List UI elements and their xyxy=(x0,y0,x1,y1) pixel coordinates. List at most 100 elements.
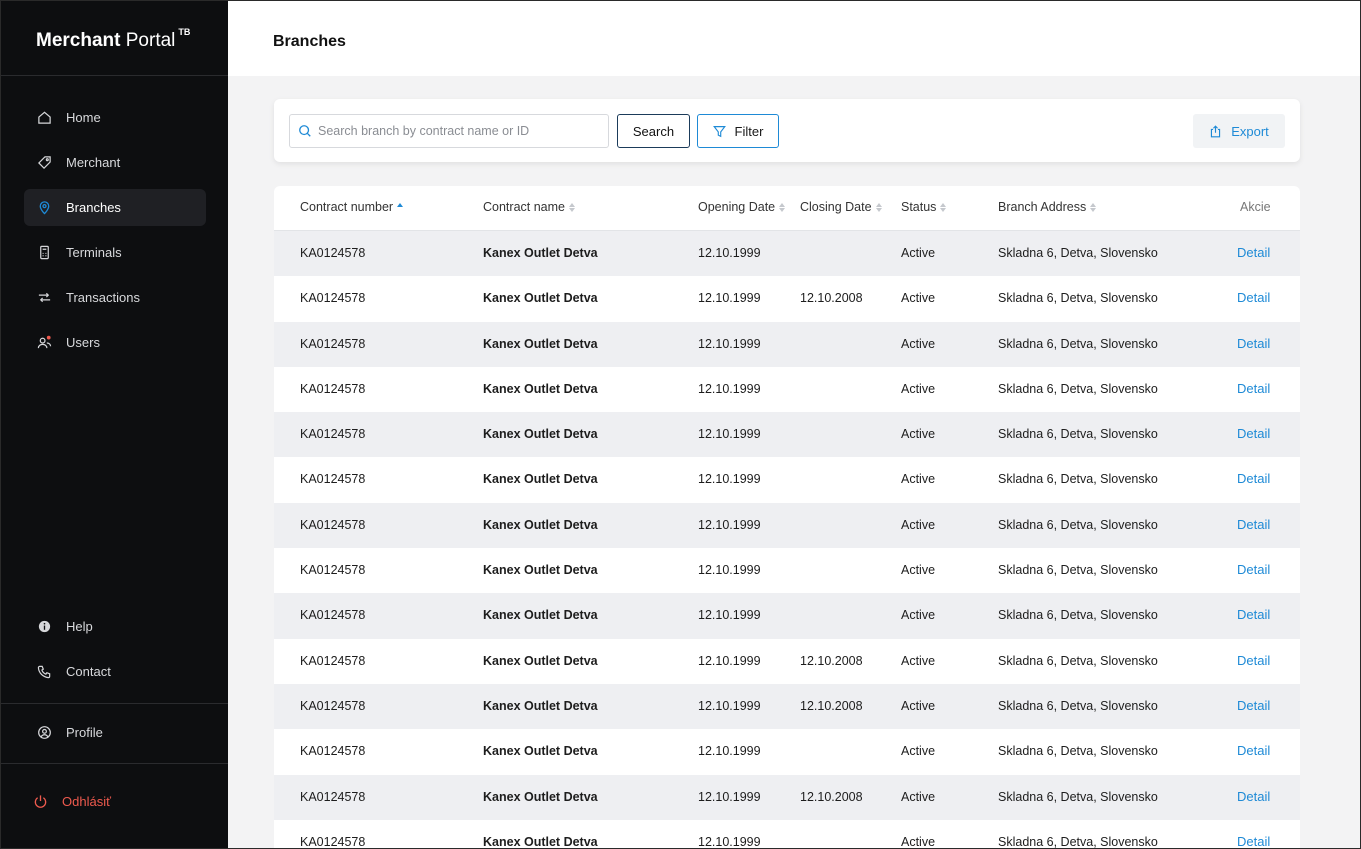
detail-link[interactable]: Detail xyxy=(1237,336,1270,351)
cell-contract-number: KA0124578 xyxy=(300,427,366,442)
column-header-closing-date[interactable]: Closing Date xyxy=(800,200,882,214)
cell-opening-date: 12.10.1999 xyxy=(698,291,761,306)
main-nav: Home Merchant Branches Terminals Transac… xyxy=(24,99,206,369)
search-icon xyxy=(299,125,311,137)
export-label: Export xyxy=(1231,123,1269,139)
column-header-label: Contract number xyxy=(300,200,394,214)
detail-link[interactable]: Detail xyxy=(1237,562,1270,577)
sidebar-item-contact[interactable]: Contact xyxy=(24,653,206,690)
sidebar: Merchant Portal TB Home Merchant Branches xyxy=(0,0,228,849)
brand-superscript: TB xyxy=(178,26,191,37)
sidebar-item-profile[interactable]: Profile xyxy=(24,714,206,751)
detail-link[interactable]: Detail xyxy=(1237,743,1270,758)
cell-branch-address: Skladna 6, Detva, Slovensko xyxy=(998,789,1158,804)
search-button[interactable]: Search xyxy=(617,114,690,148)
tag-icon xyxy=(36,155,52,171)
cell-contract-name: Kanex Outlet Detva xyxy=(483,653,598,668)
profile-icon xyxy=(36,725,52,741)
cell-opening-date: 12.10.1999 xyxy=(698,698,761,713)
cell-status: Active xyxy=(901,291,936,306)
cell-contract-number: KA0124578 xyxy=(300,381,366,396)
filter-icon xyxy=(712,125,726,137)
phone-icon xyxy=(36,664,52,680)
cell-contract-name: Kanex Outlet Detva xyxy=(483,698,598,713)
column-header-opening-date[interactable]: Opening Date xyxy=(698,200,786,214)
cell-contract-number: KA0124578 xyxy=(300,291,366,306)
cell-status: Active xyxy=(901,608,936,623)
export-button[interactable]: Export xyxy=(1193,114,1285,148)
cell-opening-date: 12.10.1999 xyxy=(698,427,761,442)
column-header-contract-name[interactable]: Contract name xyxy=(483,200,575,214)
cell-opening-date: 12.10.1999 xyxy=(698,563,761,578)
sort-icon xyxy=(1090,202,1097,212)
cell-contract-name: Kanex Outlet Detva xyxy=(483,336,598,351)
cell-status: Active xyxy=(901,246,936,260)
brand-logo[interactable]: Merchant Portal TB xyxy=(0,0,228,76)
cell-status: Active xyxy=(901,336,936,351)
cell-branch-address: Skladna 6, Detva, Slovensko xyxy=(998,336,1158,351)
table-header: Contract number Contract name Opening Da… xyxy=(274,186,1300,231)
brand-name-bold: Merchant xyxy=(36,30,121,51)
detail-link[interactable]: Detail xyxy=(1237,290,1270,305)
sidebar-item-label: Transactions xyxy=(66,290,140,305)
sidebar-item-home[interactable]: Home xyxy=(24,99,206,136)
cell-contract-name: Kanex Outlet Detva xyxy=(483,744,598,759)
sidebar-divider xyxy=(0,763,228,764)
cell-status: Active xyxy=(901,789,936,804)
search-input[interactable] xyxy=(318,124,598,138)
table-row: KA0124578 Kanex Outlet Detva 12.10.1999 Act… xyxy=(274,819,1300,849)
filter-button[interactable]: Filter xyxy=(697,114,779,148)
column-header-contract-number[interactable]: Contract number xyxy=(300,200,404,214)
branches-table: Contract number Contract name Opening Da… xyxy=(274,186,1300,849)
cell-status: Active xyxy=(901,517,936,532)
detail-link[interactable]: Detail xyxy=(1237,698,1270,713)
sidebar-item-users[interactable]: Users xyxy=(24,324,206,361)
detail-link[interactable]: Detail xyxy=(1237,426,1270,441)
cell-contract-number: KA0124578 xyxy=(300,834,366,849)
detail-link[interactable]: Detail xyxy=(1237,381,1270,396)
logout-label: Odhlásiť xyxy=(62,794,111,809)
cell-opening-date: 12.10.1999 xyxy=(698,789,761,804)
cell-contract-number: KA0124578 xyxy=(300,336,366,351)
detail-link[interactable]: Detail xyxy=(1237,245,1270,260)
detail-link[interactable]: Detail xyxy=(1237,789,1270,804)
sidebar-item-terminals[interactable]: Terminals xyxy=(24,234,206,271)
detail-link[interactable]: Detail xyxy=(1237,834,1270,849)
column-header-status[interactable]: Status xyxy=(901,200,947,214)
cell-branch-address: Skladna 6, Detva, Slovensko xyxy=(998,291,1158,306)
sort-ascending-icon xyxy=(397,202,404,212)
export-icon xyxy=(1211,124,1221,137)
sidebar-item-label: Users xyxy=(66,335,100,350)
column-header-branch-address[interactable]: Branch Address xyxy=(998,200,1097,214)
detail-link[interactable]: Detail xyxy=(1237,653,1270,668)
sidebar-item-merchant[interactable]: Merchant xyxy=(24,144,206,181)
column-header-label: Opening Date xyxy=(698,200,776,214)
sidebar-item-help[interactable]: Help xyxy=(24,608,206,645)
info-icon xyxy=(36,619,52,635)
sidebar-item-label: Terminals xyxy=(66,245,122,260)
sidebar-item-transactions[interactable]: Transactions xyxy=(24,279,206,316)
cell-branch-address: Skladna 6, Detva, Slovensko xyxy=(998,834,1158,849)
users-icon xyxy=(36,335,52,351)
page-title: Branches xyxy=(273,33,346,50)
table-row: KA0124578 Kanex Outlet Detva 12.10.1999 Act… xyxy=(274,366,1300,413)
cell-contract-name: Kanex Outlet Detva xyxy=(483,789,598,804)
cell-opening-date: 12.10.1999 xyxy=(698,472,761,487)
sidebar-item-label: Merchant xyxy=(66,155,121,170)
detail-link[interactable]: Detail xyxy=(1237,471,1270,486)
sidebar-item-label: Contact xyxy=(66,664,111,679)
column-header-label: Status xyxy=(901,200,937,214)
column-header-label: Branch Address xyxy=(998,200,1087,214)
sidebar-item-branches[interactable]: Branches xyxy=(24,189,206,226)
cell-status: Active xyxy=(901,563,936,578)
detail-link[interactable]: Detail xyxy=(1237,517,1270,532)
search-field[interactable] xyxy=(289,114,609,148)
cell-opening-date: 12.10.1999 xyxy=(698,336,761,351)
cell-contract-name: Kanex Outlet Detva xyxy=(483,608,598,623)
column-header-label: Akcie xyxy=(1240,200,1271,214)
table-row: KA0124578 Kanex Outlet Detva 12.10.1999 Act… xyxy=(274,321,1300,367)
detail-link[interactable]: Detail xyxy=(1237,607,1270,622)
cell-contract-number: KA0124578 xyxy=(300,563,366,578)
logout-button[interactable]: Odhlásiť xyxy=(20,783,202,820)
cell-branch-address: Skladna 6, Detva, Slovensko xyxy=(998,517,1158,532)
